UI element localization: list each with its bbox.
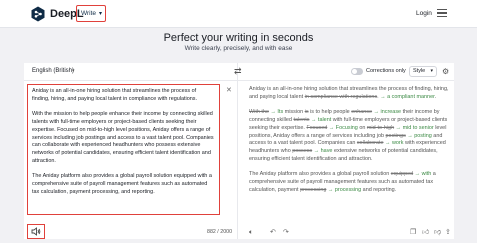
output-text: and reporting. <box>361 186 397 193</box>
deleted-text[interactable]: talents <box>293 117 309 123</box>
inserted-text[interactable]: → with <box>415 171 432 177</box>
style-dropdown[interactable]: Style ▾ <box>409 66 437 77</box>
inserted-text[interactable]: → processing <box>328 187 361 193</box>
deleted-text[interactable]: With the <box>249 109 269 115</box>
source-paragraph: Aniday is an all-in-one hiring solution … <box>32 88 198 102</box>
inserted-text[interactable]: → Its <box>270 109 283 115</box>
corrections-only-toggle[interactable] <box>351 68 363 75</box>
deleted-text[interactable]: enhance <box>351 109 372 115</box>
output-paragraph: The Aniday platform also provides a glob… <box>249 171 449 195</box>
corrections-only-label: Corrections only <box>366 68 406 74</box>
page-title: Perfect your writing in seconds <box>163 32 314 44</box>
inserted-text[interactable]: → posting <box>407 133 431 139</box>
deleted-text[interactable]: processing <box>300 187 326 193</box>
write-mode-label: Write <box>81 10 97 17</box>
chevron-down-icon: ▾ <box>72 68 75 74</box>
close-icon[interactable]: ✕ <box>226 87 232 94</box>
source-text-input[interactable]: Aniday is an all-in-one hiring solution … <box>27 84 220 215</box>
inserted-text[interactable]: → talent <box>311 117 331 123</box>
character-counter: 882 / 2000 <box>207 229 233 235</box>
thumbs-up-icon[interactable]: 👍︎ <box>422 229 429 237</box>
output-paragraph: With the → Its mission is is to help peo… <box>249 109 449 164</box>
deleted-text[interactable]: collaborate <box>357 140 384 146</box>
output-text: on <box>357 124 367 131</box>
output-text: The Aniday platform also provides a glob… <box>249 171 391 178</box>
inserted-text[interactable]: → have <box>314 148 333 154</box>
deleted-text[interactable]: mid-to-high <box>367 125 394 131</box>
page-subtitle: Write clearly, precisely, and with ease <box>184 45 293 52</box>
inserted-text[interactable]: → Focusing <box>329 125 358 131</box>
style-label: Style <box>413 68 426 74</box>
chevron-down-icon: ▾ <box>98 11 102 17</box>
output-text: mission <box>283 108 305 115</box>
source-paragraph: The Aniday platform also provides a glob… <box>32 173 212 195</box>
share-icon[interactable]: ⇪ <box>445 229 451 237</box>
gear-icon[interactable]: ⚙ <box>442 67 451 76</box>
output-text: . <box>434 93 437 100</box>
output-paragraph: Aniday is an all-in-one hiring solution … <box>249 86 449 102</box>
language-selector[interactable]: English (British) <box>32 68 74 74</box>
hamburger-icon[interactable] <box>437 9 447 17</box>
swap-arrows-icon[interactable]: ⇄ <box>234 66 244 76</box>
source-paragraph: With the mission to help people enhance … <box>32 110 214 165</box>
write-mode-button[interactable]: Write ▾ <box>76 5 106 22</box>
speaker-icon[interactable]: 🔈︎ <box>249 229 253 237</box>
inserted-text[interactable]: → increase <box>374 109 402 115</box>
thumbs-down-icon[interactable]: 👎︎ <box>434 229 441 237</box>
improved-text-output: Aniday is an all-in-one hiring solution … <box>249 86 449 202</box>
chevron-down-icon: ▾ <box>430 68 433 74</box>
deleted-text[interactable]: Focused <box>306 125 327 131</box>
speaker-button[interactable] <box>27 224 45 239</box>
deleted-text[interactable]: in compliance with regulations <box>305 94 378 100</box>
speaker-icon <box>31 227 41 236</box>
undo-icon[interactable]: ↶ <box>270 229 276 237</box>
top-navigation-bar: DeepL Write ▾ Login <box>0 0 477 28</box>
output-text: is to help people <box>308 108 352 115</box>
inserted-text[interactable]: → mid to senior <box>396 125 434 131</box>
inserted-text[interactable]: → a compliant manner <box>380 94 434 100</box>
deleted-text[interactable]: equipped <box>391 171 413 177</box>
toolbar-divider <box>24 80 454 81</box>
redo-icon[interactable]: ↷ <box>283 229 289 237</box>
deepl-logo-icon[interactable] <box>30 6 46 22</box>
deleted-text[interactable]: possess <box>292 148 312 154</box>
deleted-text[interactable]: postings <box>386 133 406 139</box>
login-link[interactable]: Login <box>416 10 432 17</box>
inserted-text[interactable]: → work <box>385 140 403 146</box>
copy-icon[interactable]: ❐ <box>410 229 416 237</box>
